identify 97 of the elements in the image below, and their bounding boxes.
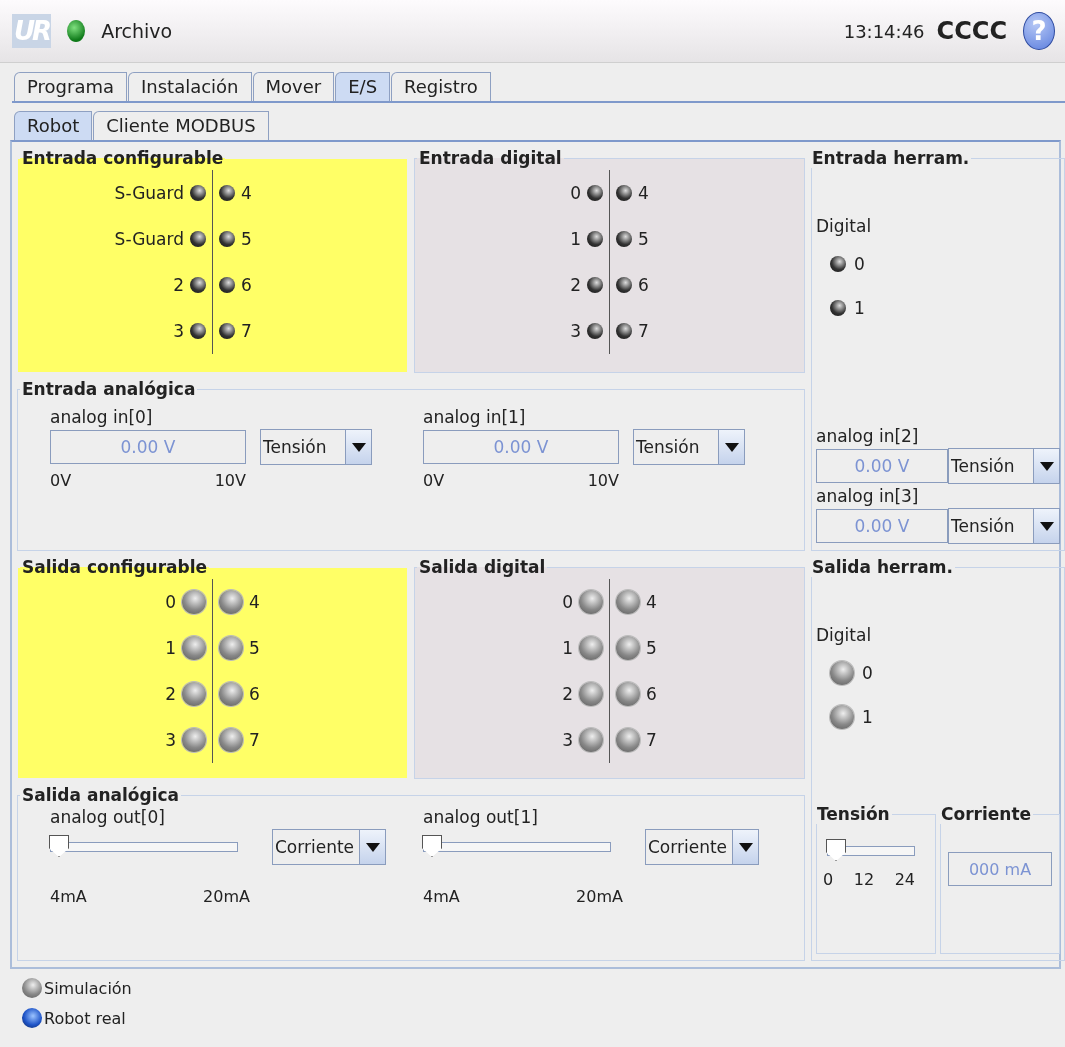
analog-label: analog in[0]	[50, 407, 154, 427]
io-label: 3	[173, 321, 184, 341]
group-title: Entrada herram.	[811, 148, 971, 168]
range-max-label: 20mA	[203, 887, 250, 906]
caret-icon	[732, 830, 758, 864]
analog-label: analog out[1]	[423, 807, 539, 827]
io-label: 6	[241, 275, 252, 295]
io-label: 3	[165, 730, 176, 750]
io-label: 5	[638, 229, 649, 249]
value-field: 000 mA	[948, 852, 1052, 886]
io-label: 2	[570, 275, 581, 295]
group-title: Salida herram.	[811, 557, 954, 577]
io-label: 5	[249, 638, 260, 658]
io-label: 0	[854, 254, 865, 274]
io-label: 1	[165, 638, 176, 658]
robot-name: CCCC	[936, 17, 1007, 45]
mode-dropdown[interactable]: Tensión	[948, 448, 1060, 484]
io-label: 4	[249, 592, 260, 612]
value-field: 0.00 V	[816, 449, 948, 483]
tick-label: 24	[894, 870, 915, 889]
mode-dropdown[interactable]: Tensión	[948, 508, 1060, 544]
slider-thumb[interactable]	[422, 835, 442, 857]
io-label: 0	[165, 592, 176, 612]
group-title: Salida analógica	[21, 785, 181, 805]
radio-button[interactable]	[22, 978, 42, 998]
value-field: 0.00 V	[423, 430, 619, 464]
value-field: 0.00 V	[816, 509, 948, 543]
mode-dropdown[interactable]: Corriente	[272, 829, 386, 865]
range-max-label: 10V	[587, 471, 619, 490]
io-label: 1	[570, 229, 581, 249]
tab[interactable]: E/S	[335, 72, 391, 101]
tab[interactable]: Programa	[14, 72, 127, 101]
io-label: 4	[241, 183, 252, 203]
io-label: 3	[562, 730, 573, 750]
io-label: S-Guard	[114, 183, 184, 203]
caret-icon	[359, 830, 385, 864]
range-min-label: 4mA	[423, 887, 460, 906]
io-label: 2	[562, 684, 573, 704]
io-label: 2	[173, 275, 184, 295]
io-label: 7	[249, 730, 260, 750]
radio-label: Robot real	[44, 1008, 126, 1028]
analog-label: analog in[2]	[816, 426, 920, 446]
group-title: Entrada analógica	[21, 379, 197, 399]
tab[interactable]: Registro	[391, 72, 491, 101]
range-min-label: 4mA	[50, 887, 87, 906]
tab[interactable]: Mover	[252, 72, 335, 101]
file-menu[interactable]: Archivo	[101, 20, 173, 42]
group-title: Entrada digital	[418, 148, 563, 168]
slider-thumb[interactable]	[826, 839, 846, 861]
value-field: 0.00 V	[50, 430, 246, 464]
io-label: 4	[638, 183, 649, 203]
digital-label: Digital	[816, 216, 873, 236]
io-label: 1	[854, 298, 865, 318]
radio-label: Simulación	[44, 978, 132, 998]
io-label: 0	[570, 183, 581, 203]
mode-dropdown[interactable]: Tensión	[633, 429, 745, 465]
analog-label: analog in[1]	[423, 407, 527, 427]
io-label: 6	[638, 275, 649, 295]
tab[interactable]: Instalación	[128, 72, 252, 101]
io-label: 7	[646, 730, 657, 750]
range-max-label: 20mA	[576, 887, 623, 906]
caret-icon	[1033, 509, 1059, 543]
range-min-label: 0V	[423, 471, 445, 490]
io-label: 0	[862, 663, 873, 683]
io-label: 1	[562, 638, 573, 658]
slider-thumb[interactable]	[49, 835, 69, 857]
caret-icon	[1033, 449, 1059, 483]
range-max-label: 10V	[214, 471, 246, 490]
io-label: 5	[241, 229, 252, 249]
caret-icon	[345, 430, 371, 464]
io-label: 7	[638, 321, 649, 341]
mode-dropdown[interactable]: Tensión	[260, 429, 372, 465]
io-label: 0	[562, 592, 573, 612]
group-title: Corriente	[940, 804, 1033, 824]
io-label: 7	[241, 321, 252, 341]
io-label: 4	[646, 592, 657, 612]
io-label: 6	[646, 684, 657, 704]
tick-label: 12	[853, 870, 875, 889]
io-label: 6	[249, 684, 260, 704]
mode-dropdown[interactable]: Corriente	[645, 829, 759, 865]
io-label: 5	[646, 638, 657, 658]
tab[interactable]: Robot	[14, 111, 93, 140]
group-title: Salida digital	[418, 557, 547, 577]
tab[interactable]: Cliente MODBUS	[93, 111, 269, 140]
caret-icon	[718, 430, 744, 464]
analog-label: analog in[3]	[816, 486, 920, 506]
radio-button[interactable]	[22, 1008, 42, 1028]
io-label: 3	[570, 321, 581, 341]
io-label: 2	[165, 684, 176, 704]
analog-label: analog out[0]	[50, 807, 166, 827]
clock-time: 13:14:46	[843, 20, 925, 42]
range-min-label: 0V	[50, 471, 72, 490]
group-title: Tensión	[816, 804, 891, 824]
tick-label: 0	[823, 870, 834, 889]
io-label: S-Guard	[114, 229, 184, 249]
digital-label: Digital	[816, 625, 873, 645]
io-label: 1	[862, 707, 873, 727]
